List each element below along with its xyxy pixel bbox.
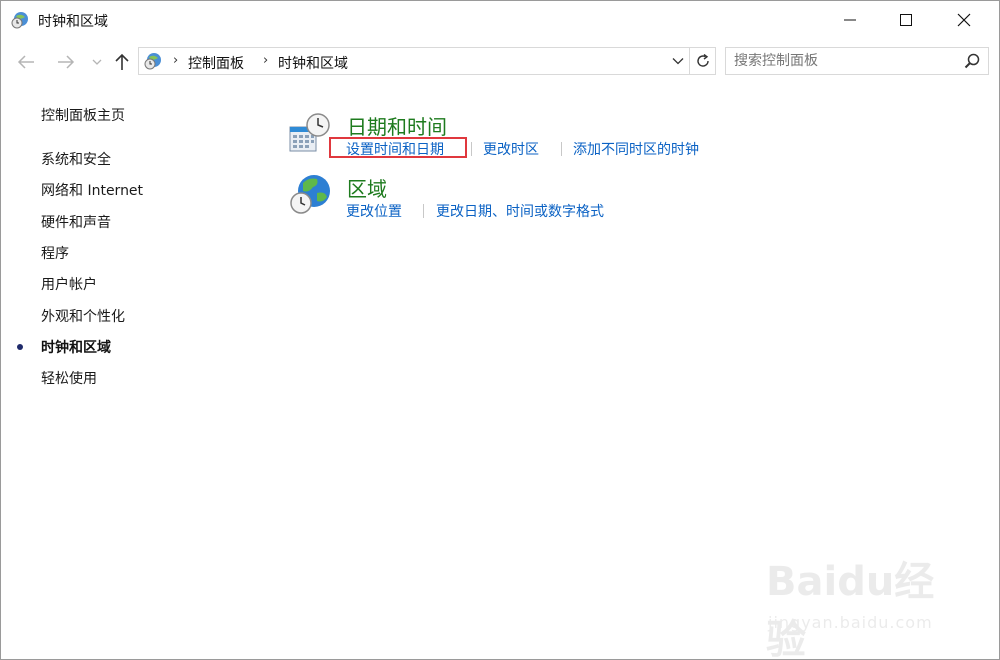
sidebar-item-ease-of-access[interactable]: 轻松使用 xyxy=(41,368,97,388)
breadcrumb-separator-icon[interactable]: › xyxy=(173,53,178,68)
link-separator xyxy=(423,204,424,218)
recent-locations-button[interactable] xyxy=(89,49,105,75)
add-clocks-link[interactable]: 添加不同时区的时钟 xyxy=(573,139,699,159)
navigation-bar: › 控制面板 › 时钟和区域 xyxy=(1,43,999,81)
search-input[interactable] xyxy=(734,51,954,71)
watermark-logo: Baidu经验 xyxy=(766,559,935,660)
date-time-icon xyxy=(289,113,330,152)
watermark-url: jingyan.baidu.com xyxy=(768,613,933,632)
sidebar-item-hardware-sound[interactable]: 硬件和声音 xyxy=(41,212,111,232)
region-title[interactable]: 区域 xyxy=(347,173,387,202)
sidebar-item-user-accounts[interactable]: 用户帐户 xyxy=(41,274,97,294)
baidu-watermark: Baidu经验 jingyan.baidu.com xyxy=(766,549,966,659)
close-button[interactable] xyxy=(941,1,987,39)
maximize-button[interactable] xyxy=(883,1,929,39)
minimize-icon xyxy=(844,19,856,21)
change-time-zone-link[interactable]: 更改时区 xyxy=(483,139,539,159)
window-title: 时钟和区域 xyxy=(38,14,108,30)
up-button[interactable] xyxy=(109,49,135,75)
arrow-up-icon xyxy=(115,53,129,70)
back-button[interactable] xyxy=(13,49,39,75)
chevron-down-icon xyxy=(92,59,102,65)
sidebar-item-programs[interactable]: 程序 xyxy=(41,243,69,263)
address-bar[interactable]: › 控制面板 › 时钟和区域 xyxy=(138,47,716,75)
change-location-link[interactable]: 更改位置 xyxy=(346,201,402,221)
forward-button[interactable] xyxy=(53,49,79,75)
control-panel-icon xyxy=(144,53,161,70)
maximize-icon xyxy=(900,14,912,26)
breadcrumb-separator-icon[interactable]: › xyxy=(263,53,268,68)
sidebar-item-system-security[interactable]: 系统和安全 xyxy=(41,149,111,169)
region-globe-icon xyxy=(290,175,330,214)
close-icon xyxy=(957,13,971,27)
chevron-down-icon xyxy=(672,58,684,65)
arrow-left-icon xyxy=(17,55,34,69)
date-time-group: 日期和时间 设置时间和日期 更改时区 添加不同时区的时钟 xyxy=(289,111,809,163)
date-time-title[interactable]: 日期和时间 xyxy=(347,111,447,140)
region-group: 区域 更改位置 更改日期、时间或数字格式 xyxy=(289,173,809,225)
arrow-right-icon xyxy=(58,55,75,69)
current-item-bullet-icon xyxy=(17,344,23,350)
sidebar-home-link[interactable]: 控制面板主页 xyxy=(41,105,125,125)
minimize-button[interactable] xyxy=(827,1,873,39)
breadcrumb-control-panel[interactable]: 控制面板 xyxy=(188,53,244,73)
breadcrumb-clock-region[interactable]: 时钟和区域 xyxy=(278,53,348,73)
search-box[interactable] xyxy=(725,47,989,75)
sidebar-item-appearance[interactable]: 外观和个性化 xyxy=(41,306,125,326)
sidebar-item-clock-region[interactable]: 时钟和区域 xyxy=(41,337,111,357)
refresh-icon xyxy=(696,54,709,67)
refresh-button[interactable] xyxy=(689,48,715,74)
control-panel-window: 时钟和区域 › 控制面板 › 时钟和区域 搜索控制面板 控制面板主页 系统和安全… xyxy=(0,0,1000,660)
sidebar-item-network-internet[interactable]: 网络和 Internet xyxy=(41,180,143,200)
link-separator xyxy=(561,142,562,156)
change-formats-link[interactable]: 更改日期、时间或数字格式 xyxy=(436,201,604,221)
title-bar[interactable]: 时钟和区域 xyxy=(1,1,999,39)
control-panel-clock-icon xyxy=(11,12,28,29)
highlight-annotation-box xyxy=(329,137,467,158)
link-separator xyxy=(471,142,472,156)
address-dropdown-button[interactable] xyxy=(667,48,689,74)
search-icon[interactable] xyxy=(964,53,980,69)
